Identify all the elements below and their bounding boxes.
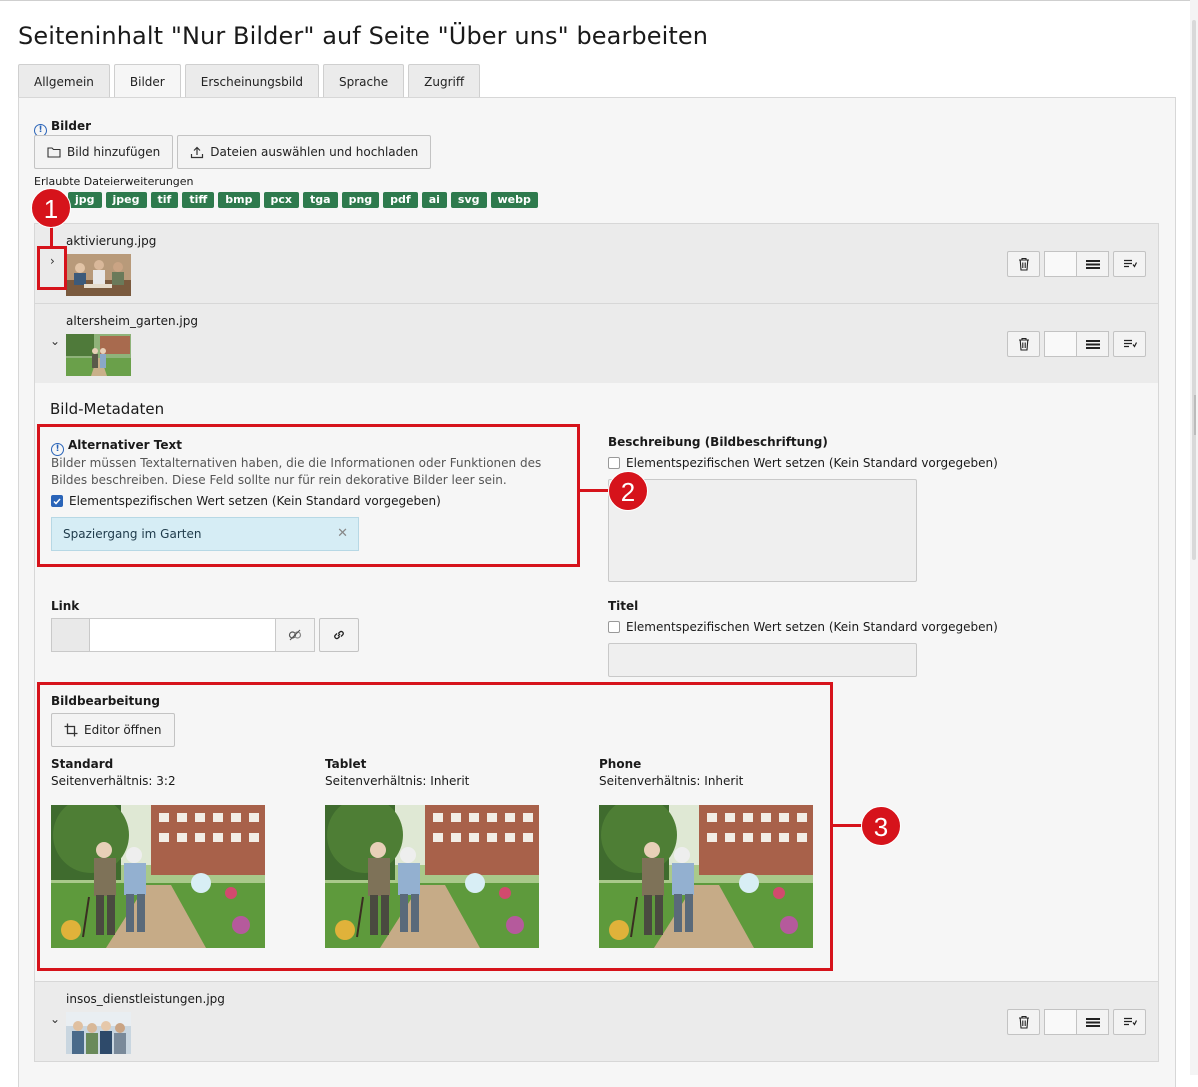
tab-bilder[interactable]: Bilder: [113, 64, 181, 99]
hide-toggle[interactable]: [1044, 331, 1076, 357]
add-image-label: Bild hinzufügen: [67, 145, 161, 159]
annotation-badge-2: 2: [608, 471, 648, 511]
file-name: altersheim_garten.jpg: [66, 314, 198, 328]
page-title: Seiteninhalt "Nur Bilder" auf Seite "Übe…: [18, 22, 709, 50]
link-input[interactable]: [89, 618, 276, 652]
file-name: insos_dienstleistungen.jpg: [66, 992, 225, 1006]
file-name: aktivierung.jpg: [66, 234, 157, 248]
link-type-indicator: [51, 618, 89, 652]
link-icon: [334, 630, 344, 640]
link-field: [51, 618, 315, 652]
bars-icon: [1085, 1018, 1100, 1027]
list-edit-icon: [1123, 1017, 1137, 1026]
titel-override-checkbox[interactable]: [608, 621, 620, 633]
add-image-button[interactable]: Bild hinzufügen: [34, 135, 174, 169]
top-border: [0, 0, 1198, 3]
drag-handle[interactable]: [1076, 251, 1109, 277]
tab-sprache[interactable]: Sprache: [323, 64, 405, 98]
ext-badge: jpg: [68, 192, 102, 208]
annotation-box-2: [37, 424, 580, 567]
ext-badge: tga: [303, 192, 338, 208]
ext-badge: ai: [421, 192, 447, 208]
upload-files-button[interactable]: Dateien auswählen und hochladen: [177, 135, 432, 169]
tab-bar: Allgemein Bilder Erscheinungsbild Sprach…: [18, 64, 484, 99]
tab-zugriff[interactable]: Zugriff: [408, 64, 481, 98]
scrollbar[interactable]: [1190, 0, 1198, 1075]
drag-handle[interactable]: [1076, 331, 1109, 357]
info-edit-button[interactable]: [1113, 1009, 1146, 1035]
bars-icon: [1085, 340, 1100, 349]
info-edit-button[interactable]: [1113, 251, 1146, 277]
file-row-aktivierung[interactable]: › aktivierung.jpg: [34, 223, 1159, 304]
beschreibung-override-checkbox[interactable]: [608, 457, 620, 469]
titel-input[interactable]: [608, 643, 917, 677]
delete-button[interactable]: [1007, 251, 1040, 277]
scroll-thumb[interactable]: [1192, 20, 1196, 560]
trash-icon: [1018, 257, 1029, 271]
collapse-toggle[interactable]: ⌄: [50, 1012, 60, 1026]
info-edit-button[interactable]: [1113, 331, 1146, 357]
hide-toggle[interactable]: [1044, 251, 1076, 277]
row-controls: [1007, 331, 1146, 357]
upload-icon: [191, 146, 204, 158]
ext-badge: tiff: [182, 192, 215, 208]
bilder-label: Bilder: [51, 119, 92, 133]
thumbnail-altersheim: [66, 334, 131, 376]
ext-badge: tif: [150, 192, 179, 208]
unlink-icon: [288, 629, 302, 641]
annotation-box-3: [37, 682, 833, 971]
ext-badge: png: [341, 192, 380, 208]
ext-badge: pcx: [263, 192, 300, 208]
beschreibung-label: Beschreibung (Bildbeschriftung): [608, 435, 828, 449]
metadata-heading: Bild-Metadaten: [50, 400, 165, 418]
file-row-altersheim[interactable]: ⌄ altersheim_garten.jpg: [34, 303, 1159, 384]
trash-icon: [1018, 337, 1029, 351]
ext-badge: jpeg: [105, 192, 147, 208]
list-edit-icon: [1123, 339, 1137, 348]
ext-badge: bmp: [218, 192, 260, 208]
delete-button[interactable]: [1007, 1009, 1040, 1035]
row-controls: [1007, 1009, 1146, 1035]
extension-list: jpg jpg jpeg tif tiff bmp pcx tga png pd…: [34, 192, 538, 208]
titel-override-option: Elementspezifischen Wert setzen (Kein St…: [608, 620, 998, 634]
link-unlink-button[interactable]: [276, 618, 315, 652]
thumbnail-aktivierung: [66, 254, 131, 296]
ext-badge: svg: [450, 192, 487, 208]
hide-toggle[interactable]: [1044, 1009, 1076, 1035]
titel-label: Titel: [608, 599, 639, 613]
list-edit-icon: [1123, 259, 1137, 268]
ext-badge: pdf: [383, 192, 418, 208]
link-label: Link: [51, 599, 80, 613]
bilder-field-header: ! Bilder: [34, 115, 91, 137]
scroll-marker: [1194, 395, 1196, 435]
tab-allgemein[interactable]: Allgemein: [18, 64, 110, 98]
allowed-ext-label: Erlaubte Dateierweiterungen: [34, 175, 194, 188]
ext-badge: webp: [490, 192, 538, 208]
annotation-badge-3: 3: [861, 806, 901, 846]
annotation-line-3: [830, 824, 864, 827]
beschreibung-override-label: Elementspezifischen Wert setzen (Kein St…: [626, 456, 998, 470]
trash-icon: [1018, 1015, 1029, 1029]
tab-erscheinungsbild[interactable]: Erscheinungsbild: [184, 64, 320, 98]
bars-icon: [1085, 260, 1100, 269]
drag-handle[interactable]: [1076, 1009, 1109, 1035]
collapse-toggle[interactable]: ⌄: [50, 334, 60, 348]
row-controls: [1007, 251, 1146, 277]
annotation-badge-1: 1: [31, 188, 71, 228]
annotation-box-1: [37, 246, 67, 290]
file-row-insos[interactable]: ⌄ insos_dienstleistungen.jpg: [34, 981, 1159, 1062]
link-browser-button[interactable]: [319, 618, 359, 652]
upload-files-label: Dateien auswählen und hochladen: [210, 145, 419, 159]
titel-override-label: Elementspezifischen Wert setzen (Kein St…: [626, 620, 998, 634]
thumbnail-insos: [66, 1012, 131, 1054]
beschreibung-override-option: Elementspezifischen Wert setzen (Kein St…: [608, 456, 998, 470]
folder-icon: [47, 147, 61, 158]
beschreibung-textarea[interactable]: [608, 479, 917, 582]
delete-button[interactable]: [1007, 331, 1040, 357]
